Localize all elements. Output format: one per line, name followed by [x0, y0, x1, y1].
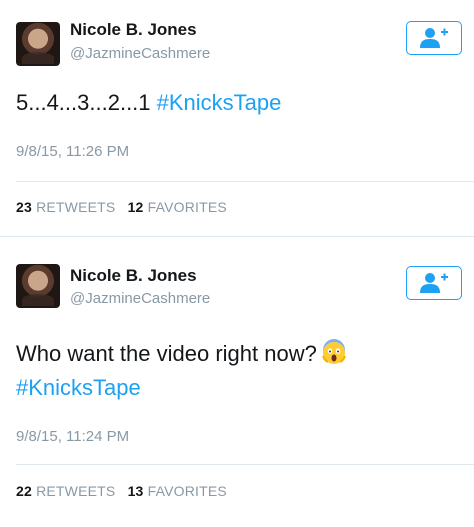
tweet-text-body: Who want the video right now?	[16, 341, 317, 366]
divider	[16, 464, 474, 465]
hashtag-link[interactable]: #KnicksTape	[16, 375, 141, 400]
add-user-icon	[420, 273, 448, 293]
retweets-count: 23	[16, 199, 32, 215]
favorites-count: 12	[127, 199, 144, 215]
follow-button[interactable]	[406, 266, 462, 300]
retweets-label: RETWEETS	[36, 199, 116, 215]
retweets-count: 22	[16, 483, 32, 499]
add-user-icon	[420, 28, 448, 48]
tweet-stats: 23 RETWEETS 12 FAVORITES	[16, 199, 235, 215]
divider	[16, 181, 474, 182]
face-screaming-in-fear-icon	[321, 339, 346, 364]
favorites-label: FAVORITES	[147, 199, 227, 215]
user-name[interactable]: Nicole B. Jones	[70, 20, 197, 40]
retweets-label: RETWEETS	[36, 483, 116, 499]
favorites-stat[interactable]: 12 FAVORITES	[128, 199, 227, 215]
favorites-count: 13	[127, 483, 144, 499]
user-handle[interactable]: @JazmineCashmere	[70, 45, 210, 62]
tweet-stats: 22 RETWEETS 13 FAVORITES	[16, 483, 235, 499]
hashtag-link[interactable]: #KnicksTape	[157, 90, 282, 115]
retweets-stat[interactable]: 23 RETWEETS	[16, 199, 115, 215]
retweets-stat[interactable]: 22 RETWEETS	[16, 483, 115, 499]
favorites-label: FAVORITES	[147, 483, 227, 499]
avatar[interactable]	[16, 22, 60, 66]
follow-button[interactable]	[406, 21, 462, 55]
tweet-separator	[0, 236, 474, 237]
favorites-stat[interactable]: 13 FAVORITES	[128, 483, 227, 499]
tweet-text: Who want the video right now? #KnicksTap…	[16, 337, 458, 405]
user-handle[interactable]: @JazmineCashmere	[70, 290, 210, 307]
tweet-text: 5...4...3...2...1 #KnicksTape	[16, 86, 458, 120]
user-name[interactable]: Nicole B. Jones	[70, 266, 197, 286]
tweet-text-body: 5...4...3...2...1	[16, 90, 157, 115]
timestamp[interactable]: 9/8/15, 11:26 PM	[16, 143, 129, 160]
timestamp[interactable]: 9/8/15, 11:24 PM	[16, 428, 129, 445]
avatar[interactable]	[16, 264, 60, 308]
